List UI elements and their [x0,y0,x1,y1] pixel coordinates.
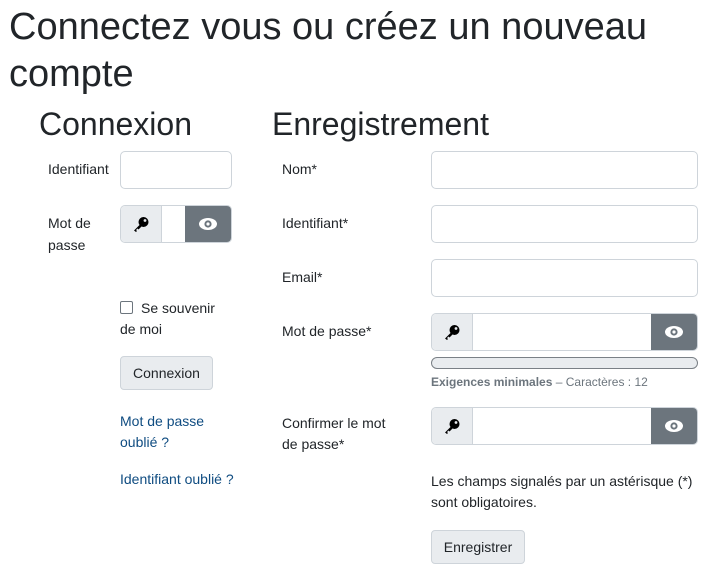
register-email-input[interactable] [431,259,698,297]
key-icon [432,314,473,350]
password-strength-meter [431,357,698,369]
eye-icon[interactable] [185,206,231,242]
register-password-group [431,313,698,351]
eye-icon[interactable] [651,314,697,350]
key-icon [121,206,162,242]
password-requirements: Exigences minimales – Caractères : 12 [431,374,698,390]
register-name-input[interactable] [431,151,698,189]
register-confirm-input[interactable] [473,408,651,444]
register-username-input[interactable] [431,205,698,243]
login-password-input[interactable] [162,206,185,242]
register-username-label: Identifiant* [282,215,349,231]
key-icon [432,408,473,444]
requirements-detail: – Caractères : 12 [555,375,648,389]
forgot-password-link[interactable]: Mot de passe oublié ? [120,411,230,453]
remember-label: Se souvenir de moi [120,300,215,337]
required-fields-note: Les champs signalés par un astérisque (*… [431,473,693,510]
register-email-label: Email* [282,269,323,285]
login-username-input[interactable] [120,151,232,189]
register-heading: Enregistrement [272,106,489,142]
eye-icon[interactable] [651,408,697,444]
forgot-username-link[interactable]: Identifiant oublié ? [120,469,235,490]
login-username-label: Identifiant [48,161,109,177]
register-name-label: Nom* [282,161,318,177]
login-password-label: Mot de passe [48,215,91,253]
login-heading: Connexion [39,106,192,142]
page-title: Connectez vous ou créez un nouveau compt… [9,6,647,95]
register-confirm-group [431,407,698,445]
login-button[interactable]: Connexion [120,356,213,390]
register-password-label: Mot de passe* [282,323,372,339]
register-confirm-label: Confirmer le mot de passe* [282,415,386,452]
requirements-title: Exigences minimales [431,375,553,389]
register-button[interactable]: Enregistrer [431,530,525,564]
login-password-group [120,205,232,243]
register-password-input[interactable] [473,314,651,350]
